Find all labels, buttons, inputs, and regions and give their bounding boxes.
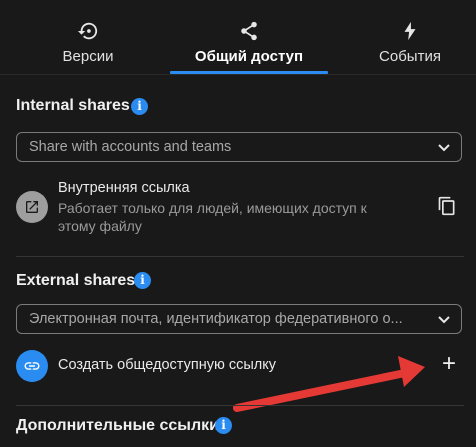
info-icon[interactable]: i [215,417,232,434]
section-divider [16,405,464,406]
annotation-arrow [233,356,425,412]
additional-links-title: Дополнительные ссылки [16,417,219,434]
